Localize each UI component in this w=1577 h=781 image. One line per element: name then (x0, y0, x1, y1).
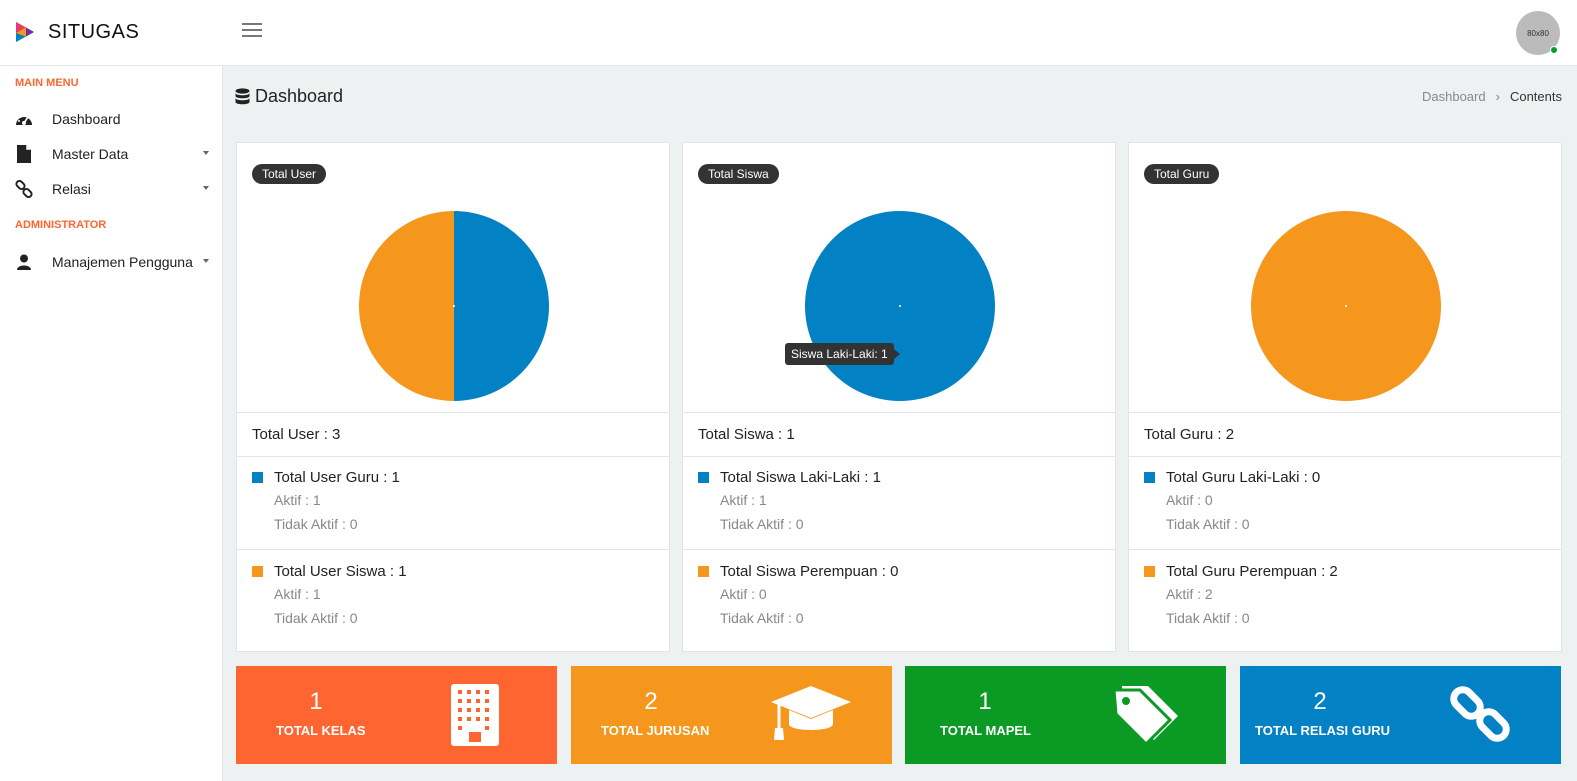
sidebar: MAIN MENU Dashboard Master Data Relasi A… (0, 66, 223, 781)
breadcrumb: Dashboard › Contents (1422, 89, 1562, 104)
menu-toggle-icon[interactable] (242, 23, 262, 39)
tile-value: 1 (309, 688, 323, 715)
tile-value: 1 (978, 688, 992, 715)
card-total-siswa: Total Siswa Total Siswa : 1 Total Siswa … (682, 142, 1116, 652)
stat-group-laki-laki: Total Guru Laki-Laki : 0 Aktif : 0 Tidak… (1129, 466, 1561, 536)
dashboard-icon (14, 111, 34, 127)
stat-group-title: Total Siswa Perempuan : 0 (720, 562, 899, 580)
tile-total-kelas[interactable]: 1 TOTAL KELAS (236, 666, 557, 764)
card-total-guru: Total Guru Total Guru : 2 Total Guru Lak… (1128, 142, 1562, 652)
card-total-user: Total User Total User : 3 Total User Gur… (236, 142, 670, 652)
stat-group-guru: Total User Guru : 1 Aktif : 1 Tidak Akti… (237, 466, 669, 536)
stat-tidak-aktif: Tidak Aktif : 0 (274, 516, 358, 532)
menu-header-main: MAIN MENU (15, 77, 79, 89)
tile-value: 2 (644, 688, 658, 715)
pie-center-dot (1345, 305, 1347, 307)
avatar-placeholder-text: 80x80 (1527, 28, 1549, 38)
stat-aktif: Aktif : 0 (1166, 492, 1213, 508)
legend-swatch-orange (698, 565, 709, 577)
pie-slice-total-user-siswa[interactable] (359, 211, 454, 401)
sidebar-item-master-data[interactable]: Master Data (0, 139, 222, 169)
legend-swatch-blue (698, 471, 709, 483)
chevron-right-icon: › (1495, 89, 1500, 104)
chart-label-pill: Total Guru (1144, 164, 1220, 184)
stat-group-title: Total User Siswa : 1 (274, 562, 407, 580)
sidebar-item-relasi[interactable]: Relasi (0, 174, 222, 204)
database-icon (235, 87, 250, 104)
page-title-text: Dashboard (255, 86, 344, 106)
tile-label: TOTAL JURUSAN (601, 723, 710, 738)
pie-center-dot (453, 305, 455, 307)
card-total-text: Total Guru : 2 (1129, 412, 1561, 457)
stat-group-title: Total Siswa Laki-Laki : 1 (720, 468, 881, 486)
logo-icon (16, 22, 34, 42)
stat-tidak-aktif: Tidak Aktif : 0 (1166, 610, 1250, 626)
chevron-down-icon (203, 186, 209, 190)
link-icon (1450, 686, 1510, 742)
stat-aktif: Aktif : 2 (1166, 586, 1213, 602)
sidebar-item-manajemen-pengguna[interactable]: Manajemen Pengguna (0, 247, 222, 277)
legend-swatch-blue (252, 471, 263, 483)
stat-group-perempuan: Total Guru Perempuan : 2 Aktif : 2 Tidak… (1129, 549, 1561, 630)
tile-total-mapel[interactable]: 1 TOTAL MAPEL (905, 666, 1226, 764)
stat-group-perempuan: Total Siswa Perempuan : 0 Aktif : 0 Tida… (683, 549, 1115, 630)
stat-group-title: Total Guru Perempuan : 2 (1166, 562, 1338, 580)
chart-label-pill: Total User (252, 164, 327, 184)
stat-aktif: Aktif : 1 (274, 586, 321, 602)
tile-total-jurusan[interactable]: 2 TOTAL JURUSAN (571, 666, 892, 764)
card-total-text: Total Siswa : 1 (683, 412, 1115, 457)
tile-total-relasi-guru[interactable]: 2 TOTAL RELASI GURU (1240, 666, 1561, 764)
chart-tooltip: Siswa Laki-Laki: 1 (785, 343, 900, 365)
pie-slice-total-user-guru[interactable] (454, 211, 549, 401)
tile-label: TOTAL KELAS (276, 723, 366, 738)
sidebar-item-label: Dashboard (52, 111, 121, 127)
file-icon (14, 145, 34, 163)
stat-group-siswa: Total User Siswa : 1 Aktif : 1 Tidak Akt… (237, 549, 669, 630)
app-name: SITUGAS (48, 20, 140, 43)
graduation-cap-icon (771, 686, 851, 740)
stat-tidak-aktif: Tidak Aktif : 0 (720, 610, 804, 626)
chart-label-pill: Total Siswa (698, 164, 779, 184)
chevron-down-icon (203, 259, 209, 263)
online-status-dot (1550, 46, 1558, 54)
legend-swatch-blue (1144, 471, 1155, 483)
stat-aktif: Aktif : 0 (720, 586, 767, 602)
link-icon (14, 180, 34, 198)
breadcrumb-item-dashboard[interactable]: Dashboard (1422, 89, 1486, 104)
sidebar-item-label: Master Data (52, 146, 129, 162)
sidebar-item-dashboard[interactable]: Dashboard (0, 104, 222, 134)
tile-label: TOTAL MAPEL (940, 723, 1031, 738)
app-logo[interactable]: SITUGAS (14, 20, 139, 44)
stat-group-laki-laki: Total Siswa Laki-Laki : 1 Aktif : 1 Tida… (683, 466, 1115, 536)
stat-aktif: Aktif : 1 (720, 492, 767, 508)
stat-group-title: Total User Guru : 1 (274, 468, 400, 486)
stat-aktif: Aktif : 1 (274, 492, 321, 508)
breadcrumb-item-contents: Contents (1509, 89, 1562, 104)
sidebar-item-label: Relasi (52, 181, 91, 197)
sidebar-item-label: Manajemen Pengguna (52, 254, 193, 270)
card-total-text: Total User : 3 (237, 412, 669, 457)
page-title: Dashboard (235, 86, 343, 107)
building-icon (451, 684, 499, 746)
tile-label: TOTAL RELASI GURU (1255, 723, 1391, 738)
tags-icon (1112, 686, 1178, 744)
legend-swatch-orange (252, 565, 263, 577)
stat-tidak-aktif: Tidak Aktif : 0 (274, 610, 358, 626)
user-icon (14, 254, 34, 270)
legend-swatch-orange (1144, 565, 1155, 577)
stat-group-title: Total Guru Laki-Laki : 0 (1166, 468, 1321, 486)
pie-center-dot (899, 305, 901, 307)
stat-tidak-aktif: Tidak Aktif : 0 (1166, 516, 1250, 532)
menu-header-administrator: ADMINISTRATOR (15, 219, 107, 231)
top-navbar: SITUGAS 80x80 (0, 0, 1577, 66)
stat-tidak-aktif: Tidak Aktif : 0 (720, 516, 804, 532)
tile-value: 2 (1313, 688, 1327, 715)
chevron-down-icon (203, 151, 209, 155)
